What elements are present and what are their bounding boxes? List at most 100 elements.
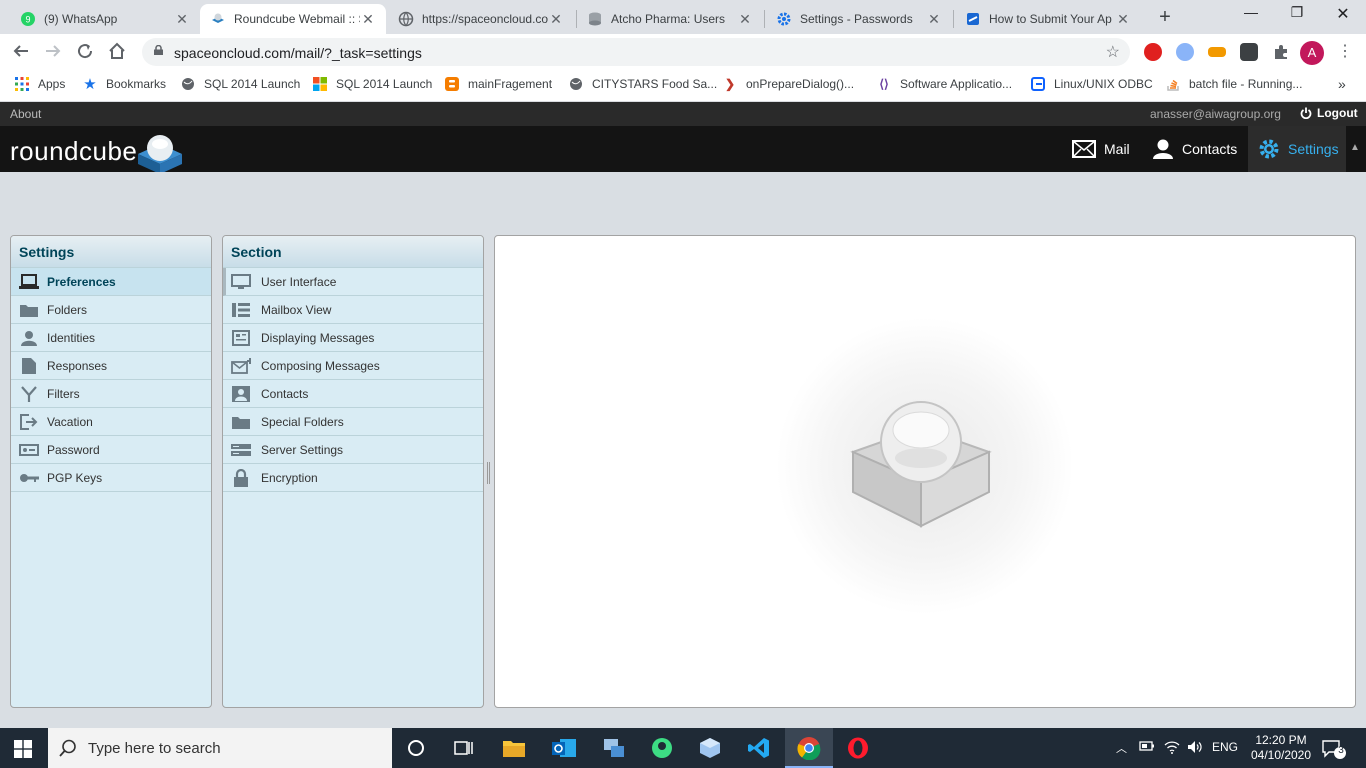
home-button[interactable] bbox=[106, 42, 128, 65]
settings-item-responses[interactable]: Responses bbox=[11, 352, 211, 380]
section-item-mailbox-view[interactable]: Mailbox View bbox=[223, 296, 483, 324]
file-explorer-icon[interactable] bbox=[502, 736, 526, 760]
settings-item-folders[interactable]: Folders bbox=[11, 296, 211, 324]
stackoverflow-icon bbox=[1165, 76, 1181, 92]
action-center-button[interactable]: 3 bbox=[1322, 739, 1346, 764]
adblock-extension-icon[interactable] bbox=[1144, 43, 1162, 61]
xml-extension-icon[interactable] bbox=[1208, 47, 1226, 57]
close-tab-icon[interactable]: ✕ bbox=[926, 11, 942, 28]
download-extension-icon[interactable] bbox=[1240, 43, 1258, 61]
task-view-icon[interactable] bbox=[452, 736, 476, 760]
roundcube-logo[interactable]: roundcube bbox=[10, 136, 137, 167]
settings-item-label: Folders bbox=[47, 302, 88, 317]
bookmark-label: mainFragement bbox=[468, 77, 553, 91]
system-clock[interactable]: 12:20 PM 04/10/2020 bbox=[1248, 733, 1314, 763]
about-link[interactable]: About bbox=[10, 107, 41, 121]
browser-menu-icon[interactable]: ⋮ bbox=[1334, 41, 1356, 61]
tab-spaceoncloud[interactable]: https://spaceoncloud.co ✕ bbox=[388, 4, 574, 34]
taskbar-search-box[interactable]: Type here to search bbox=[48, 728, 392, 768]
cortana-icon[interactable] bbox=[404, 736, 428, 760]
show-hidden-icons[interactable]: ︿ bbox=[1116, 740, 1127, 756]
outlook-icon[interactable] bbox=[552, 736, 576, 760]
bookmark-item[interactable]: ⟨⟩ Software Applicatio... bbox=[876, 76, 1012, 92]
roundcube-topline: About anasser@aiwagroup.org Logout bbox=[0, 102, 1366, 126]
roundcube-icon bbox=[210, 11, 226, 27]
section-item-server-settings[interactable]: Server Settings bbox=[223, 436, 483, 464]
panel-resize-handle[interactable] bbox=[487, 462, 490, 484]
section-item-user-interface[interactable]: User Interface bbox=[223, 268, 483, 296]
section-item-special-folders[interactable]: Special Folders bbox=[223, 408, 483, 436]
bookmarks-overflow-button[interactable]: » bbox=[1338, 76, 1346, 92]
android-icon: ❯ bbox=[724, 77, 736, 91]
ibm-icon bbox=[1030, 76, 1046, 92]
back-button[interactable] bbox=[10, 42, 32, 65]
network-manager-icon[interactable] bbox=[602, 736, 626, 760]
bookmark-star-icon[interactable]: ☆ bbox=[1106, 42, 1120, 62]
tab-settings-passwords[interactable]: Settings - Passwords ✕ bbox=[766, 4, 952, 34]
settings-item-pgp-keys[interactable]: PGP Keys bbox=[11, 464, 211, 492]
new-tab-button[interactable]: + bbox=[1154, 6, 1176, 29]
tab-title: How to Submit Your Ap bbox=[989, 12, 1112, 26]
virtualbox-icon[interactable] bbox=[698, 736, 722, 760]
bookmark-item[interactable]: Apps bbox=[14, 76, 65, 92]
battery-icon[interactable] bbox=[1139, 740, 1155, 755]
bookmark-item[interactable]: batch file - Running... bbox=[1165, 76, 1302, 92]
tab-roundcube[interactable]: Roundcube Webmail :: S ✕ bbox=[200, 4, 386, 34]
settings-item-filters[interactable]: Filters bbox=[11, 380, 211, 408]
android-studio-icon[interactable] bbox=[650, 736, 674, 760]
section-item-label: Composing Messages bbox=[261, 358, 380, 373]
bookmark-item[interactable]: Linux/UNIX ODBC bbox=[1030, 76, 1153, 92]
window-close-button[interactable]: ✕ bbox=[1320, 4, 1366, 24]
tab-atcho-pharma[interactable]: Atcho Pharma: Users ✕ bbox=[577, 4, 763, 34]
vscode-icon[interactable] bbox=[747, 736, 771, 760]
tab-title: (9) WhatsApp bbox=[44, 12, 118, 26]
bookmark-item[interactable]: ★ Bookmarks bbox=[82, 76, 166, 93]
logout-label: Logout bbox=[1317, 106, 1358, 120]
extension-icon[interactable] bbox=[1176, 43, 1194, 61]
close-tab-icon[interactable]: ✕ bbox=[548, 11, 564, 28]
nav-contacts[interactable]: Contacts bbox=[1142, 126, 1247, 172]
logout-button[interactable]: Logout bbox=[1300, 106, 1358, 120]
tab-whatsapp[interactable]: 9 (9) WhatsApp ✕ bbox=[10, 4, 200, 34]
forward-button[interactable] bbox=[42, 42, 64, 65]
gear-icon bbox=[776, 11, 792, 27]
settings-item-identities[interactable]: Identities bbox=[11, 324, 211, 352]
volume-icon[interactable] bbox=[1187, 740, 1203, 757]
bookmark-item[interactable]: mainFragement bbox=[444, 76, 552, 92]
opera-icon[interactable] bbox=[846, 736, 870, 760]
chrome-taskbar-active[interactable] bbox=[785, 728, 833, 768]
address-bar[interactable]: spaceoncloud.com/mail/?_task=settings ☆ bbox=[142, 38, 1130, 66]
section-item-displaying-messages[interactable]: Displaying Messages bbox=[223, 324, 483, 352]
bookmark-item[interactable]: ❯ onPrepareDialog()... bbox=[722, 76, 854, 92]
minimize-button[interactable]: — bbox=[1228, 4, 1274, 20]
wifi-icon[interactable] bbox=[1164, 740, 1180, 757]
bookmark-item[interactable]: SQL 2014 Launch bbox=[312, 76, 432, 92]
tab-how-to-submit[interactable]: How to Submit Your Ap ✕ bbox=[955, 4, 1141, 34]
nav-mail[interactable]: Mail bbox=[1062, 126, 1140, 172]
close-tab-icon[interactable]: ✕ bbox=[174, 11, 190, 28]
profile-avatar[interactable]: A bbox=[1300, 41, 1324, 65]
url-text[interactable]: spaceoncloud.com/mail/?_task=settings bbox=[174, 45, 422, 61]
reload-icon bbox=[78, 44, 93, 59]
settings-item-preferences[interactable]: Preferences bbox=[11, 268, 211, 296]
power-icon bbox=[1300, 107, 1312, 119]
settings-item-vacation[interactable]: Vacation bbox=[11, 408, 211, 436]
chrome-icon bbox=[797, 736, 821, 765]
section-item-composing-messages[interactable]: Composing Messages bbox=[223, 352, 483, 380]
settings-panel: Settings Preferences Folders Identities … bbox=[10, 235, 212, 708]
bookmark-item[interactable]: SQL 2014 Launch bbox=[180, 76, 300, 92]
restore-button[interactable]: ❐ bbox=[1274, 4, 1320, 21]
collapse-header-icon[interactable]: ▲ bbox=[1350, 142, 1360, 153]
section-item-contacts[interactable]: Contacts bbox=[223, 380, 483, 408]
close-tab-icon[interactable]: ✕ bbox=[737, 11, 753, 28]
bookmark-item[interactable]: CITYSTARS Food Sa... bbox=[568, 76, 717, 92]
nav-settings[interactable]: Settings bbox=[1248, 126, 1346, 172]
close-tab-icon[interactable]: ✕ bbox=[1115, 11, 1131, 28]
language-indicator[interactable]: ENG bbox=[1212, 740, 1238, 754]
start-button[interactable] bbox=[14, 740, 32, 763]
reload-button[interactable] bbox=[74, 42, 96, 65]
extensions-puzzle-icon[interactable] bbox=[1272, 43, 1290, 61]
settings-item-password[interactable]: Password bbox=[11, 436, 211, 464]
close-tab-icon[interactable]: ✕ bbox=[360, 11, 376, 28]
section-item-encryption[interactable]: Encryption bbox=[223, 464, 483, 492]
